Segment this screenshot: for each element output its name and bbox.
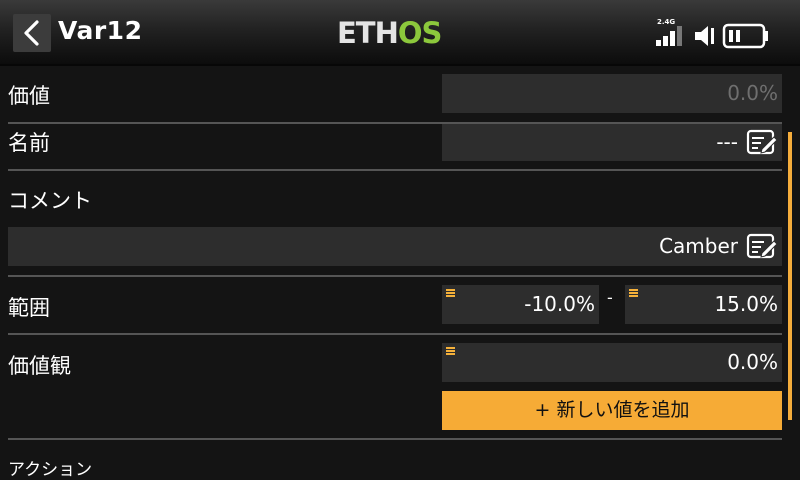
ethos-logo: ETHOS	[337, 16, 443, 50]
value-field[interactable]: 0.0%	[442, 74, 782, 113]
range-min-value: -10.0%	[524, 292, 595, 316]
actions-label: アクション	[8, 460, 93, 480]
values-field[interactable]: 0.0%	[442, 343, 782, 382]
values-label: 価値観	[8, 354, 71, 378]
value-label: 価値	[8, 84, 50, 108]
battery-icon	[722, 23, 768, 49]
speaker-icon	[695, 26, 714, 46]
signal-icon	[656, 26, 688, 46]
drag-handle-icon	[446, 347, 455, 355]
divider	[8, 275, 782, 277]
range-max-field[interactable]: 15.0%	[625, 285, 782, 324]
range-max-value: 15.0%	[714, 292, 778, 316]
drag-handle-icon	[629, 289, 638, 297]
name-value: ---	[716, 130, 738, 154]
add-value-button[interactable]: + 新しい値を追加	[442, 391, 782, 430]
values-field-value: 0.0%	[727, 350, 778, 374]
comment-field[interactable]: Camber	[8, 227, 782, 266]
divider	[8, 438, 782, 440]
page-title: Var12	[58, 16, 143, 45]
name-field[interactable]: ---	[442, 124, 782, 161]
comment-label: コメント	[8, 189, 92, 213]
top-bar: Var12 ETHOS 2.4G	[0, 0, 800, 66]
status-area: 2.4G	[656, 14, 786, 49]
edit-icon[interactable]	[746, 233, 778, 261]
scrollbar[interactable]	[788, 132, 792, 420]
drag-handle-icon	[446, 289, 455, 297]
comment-value: Camber	[659, 234, 738, 258]
logo-text-white: ETH	[337, 16, 399, 50]
range-separator: -	[607, 288, 613, 307]
back-button[interactable]	[13, 14, 51, 52]
range-min-field[interactable]: -10.0%	[442, 285, 599, 324]
divider	[8, 169, 782, 171]
name-label: 名前	[8, 131, 50, 155]
divider	[8, 333, 782, 335]
range-label: 範囲	[8, 296, 50, 320]
logo-text-green: OS	[397, 16, 443, 50]
chevron-left-icon	[24, 20, 39, 46]
edit-icon[interactable]	[746, 129, 778, 157]
band-label: 2.4G	[657, 18, 676, 26]
